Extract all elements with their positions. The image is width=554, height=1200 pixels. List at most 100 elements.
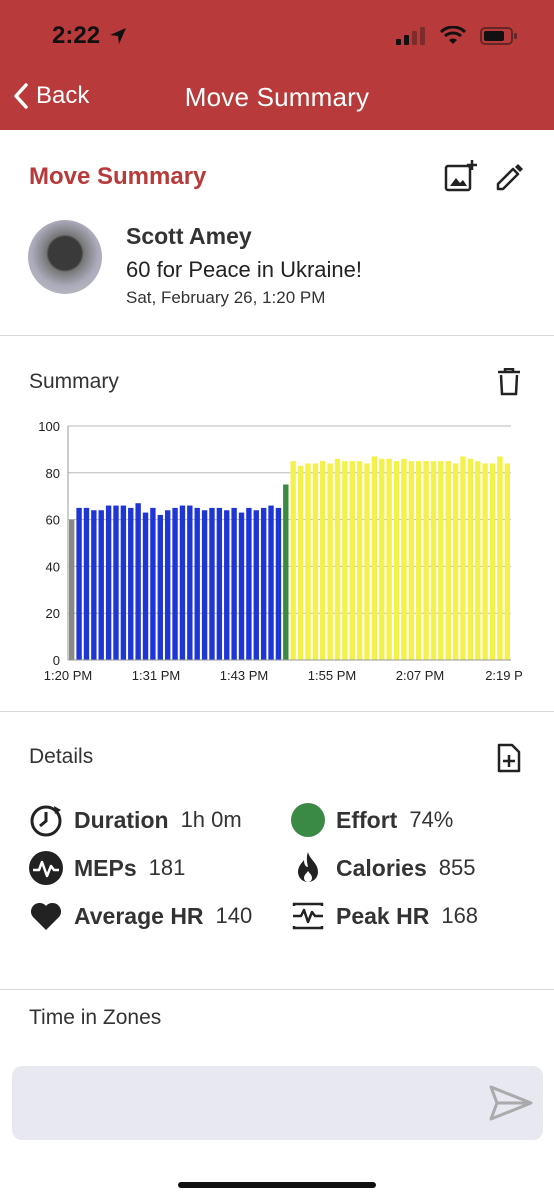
chart-bar [475,461,481,660]
chart-bar [408,461,415,660]
peak-hr-value: 168 [441,903,479,928]
calories-stat: Calories 855 [290,850,475,886]
chart-bar [69,519,75,660]
calories-value: 855 [438,855,476,880]
zones-section: Time in Zones [0,990,554,1200]
user-name: Scott Amey [126,223,252,249]
wifi-icon [440,26,466,44]
chart-bar [334,458,341,660]
location-arrow-icon [110,28,126,44]
status-icons [396,26,518,46]
chart-bar [164,510,171,660]
chart-bar [482,463,488,660]
chart-bar [76,507,82,660]
chart-bar [364,463,370,660]
chart-bar [238,512,245,660]
chart-bar [452,463,459,660]
chart-bar [467,458,474,660]
calories-key: Calories [336,854,427,881]
chart-bar [83,507,90,660]
x-tick-label: 1:20 PM [44,668,92,683]
chart-bar [150,507,156,660]
move-name: 60 for Peace in Ukraine! [126,257,363,282]
chart-bar [142,512,149,660]
chart-bar [157,514,163,660]
duration-value: 1h 0m [180,807,242,832]
trash-icon[interactable] [497,368,521,396]
peak-hr-key: Peak HR [336,902,430,929]
y-tick-label: 20 [46,606,60,621]
move-header: Move Summary Scott Amey 60 for Peace in … [0,130,554,336]
chart-bar [386,458,392,660]
chart-bar [246,507,252,660]
status-time: 2:22 [52,22,101,49]
meps-value: 181 [148,855,186,880]
heartbeat-circle-icon [28,850,64,886]
chart-bar [489,463,496,660]
zones-label: Time in Zones [29,1006,162,1029]
y-tick-label: 80 [46,466,60,481]
meps-key: MEPs [74,854,137,881]
duration-stat: Duration 1h 0m [28,802,242,838]
chart-bar [497,456,503,660]
chart-bar [187,505,193,660]
chart-bar [393,461,400,660]
y-tick-label: 40 [46,559,60,574]
add-photo-icon[interactable] [444,160,478,192]
chart-bar [253,510,259,660]
peak-hr-stat: Peak HR 168 [290,898,478,934]
chart-bar [268,505,274,660]
chart-bar [209,507,215,660]
effort-key: Effort [336,806,398,833]
chart-bar [305,463,311,660]
chart-bar [327,463,333,660]
chart-bar [290,461,296,660]
nav-title: Move Summary [184,82,370,112]
chart-bar [113,505,119,660]
page-title: Move Summary [29,163,207,190]
y-tick-label: 60 [46,513,60,528]
chart-bar [430,461,437,660]
chart-bar [105,505,112,660]
send-icon[interactable] [489,1084,533,1122]
chart-bar [172,507,178,660]
avatar [28,220,102,294]
chart-bar [438,461,444,660]
timer-icon [28,802,64,838]
details-section: Details Duration 1h 0m Effort 74% MEPs 1… [0,712,554,990]
chart-bar [179,505,186,660]
y-tick-label: 0 [53,653,60,668]
summary-label: Summary [29,370,119,393]
flame-icon [290,850,326,886]
top-bar: 2:22 Back Move Summary [0,0,554,130]
chart-bar [371,456,378,660]
chart-bar [312,463,319,660]
effort-color-dot [290,802,326,838]
chart-bar [297,465,304,660]
pulse-monitor-icon [290,898,326,934]
chart-bar [224,510,230,660]
chart-bar [275,507,282,660]
chart-bar [401,458,407,660]
chart-bar [260,507,267,660]
summary-chart: 0 20 40 60 80 100 1:20 PM 1:31 PM 1:43 PM 1:55 PM… [38,419,523,683]
chart-bar [460,456,466,660]
add-file-icon[interactable] [497,743,521,773]
chart-bar [231,507,237,660]
move-date: Sat, February 26, 1:20 PM [126,288,326,307]
edit-pencil-icon[interactable] [494,162,524,192]
chart-bar [216,507,223,660]
chart-bar [423,461,429,660]
details-label: Details [29,745,94,768]
summary-section: Summary 0 20 40 60 80 100 1:20 PM 1:31 PM 1:43 P… [0,336,554,712]
x-tick-label: 1:43 PM [220,668,268,683]
comment-input[interactable] [12,1066,543,1140]
duration-key: Duration [74,806,169,833]
chart-bar [98,510,104,660]
chart-bar [194,507,200,660]
y-tick-label: 100 [38,419,60,434]
cellular-signal-icon [396,27,425,45]
chart-bar [201,510,208,660]
chart-bar [128,507,134,660]
chart-bar [504,463,510,660]
